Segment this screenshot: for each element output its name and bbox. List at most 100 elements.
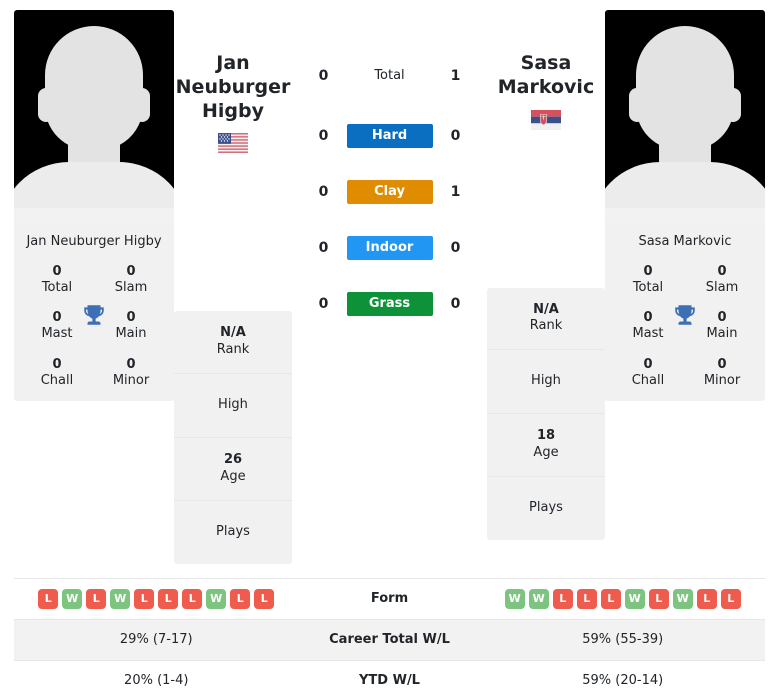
form-badge-w: W bbox=[206, 588, 227, 609]
serbia-flag-icon bbox=[531, 109, 561, 130]
form-badge-l: L bbox=[720, 588, 741, 609]
right-form-list: WWLLLWLWLL bbox=[481, 588, 766, 609]
player-comparison-page: Jan Neuburger Higby 0 Total 0 Slam 0 Mas… bbox=[0, 0, 779, 699]
form-badge-l: L bbox=[182, 588, 203, 609]
h2h-hard-right: 0 bbox=[450, 128, 461, 144]
left-plays-label: Plays bbox=[216, 523, 250, 539]
right-ytd-wl: 59% (20-14) bbox=[582, 673, 664, 689]
titles-total: 0 Total bbox=[20, 264, 94, 297]
left-rank-label: Rank bbox=[216, 342, 250, 358]
h2h-row-clay: 0 Clay 1 bbox=[292, 176, 487, 208]
left-form-list: LWLWLLLWLL bbox=[14, 588, 299, 609]
right-rank-cell: N/A Rank bbox=[487, 288, 605, 351]
table-label-form: Form bbox=[370, 591, 409, 607]
left-ytd-wl: 20% (1-4) bbox=[124, 673, 189, 689]
left-age-value: 26 bbox=[223, 451, 243, 467]
left-player-name-line1: Jan Neuburger bbox=[175, 52, 291, 98]
right-player-card-name: Sasa Markovic bbox=[638, 234, 732, 249]
titles-slam-value: 0 bbox=[717, 263, 727, 279]
left-player-profile-card: N/A Rank High 26 Age Plays bbox=[174, 311, 292, 564]
form-badge-w: W bbox=[110, 588, 131, 609]
titles-minor-value: 0 bbox=[717, 356, 727, 372]
table-label-career-total-wl: Career Total W/L bbox=[329, 632, 450, 648]
titles-total-value: 0 bbox=[52, 263, 62, 279]
left-player-name-block: Jan Neuburger Higby bbox=[174, 28, 292, 154]
titles-chall-value: 0 bbox=[643, 356, 653, 372]
h2h-grass-left: 0 bbox=[318, 296, 329, 312]
right-player-name-line1: Sasa bbox=[520, 52, 572, 74]
form-badge-l: L bbox=[134, 588, 155, 609]
left-player-card-name: Jan Neuburger Higby bbox=[26, 234, 162, 249]
left-career-total-wl: 29% (7-17) bbox=[119, 632, 193, 648]
right-player-name-line2: Markovic bbox=[497, 75, 595, 98]
h2h-total-left: 0 bbox=[318, 68, 329, 84]
avatar-silhouette-ear-left bbox=[38, 88, 54, 122]
titles-row-chall-minor: 0 Chall 0 Minor bbox=[611, 357, 759, 390]
h2h-row-total: 0 Total 1 bbox=[292, 60, 487, 92]
titles-row-chall-minor: 0 Chall 0 Minor bbox=[20, 357, 168, 390]
surface-bar-indoor: Indoor bbox=[346, 236, 433, 260]
left-age-label: Age bbox=[220, 468, 246, 484]
titles-minor-label: Minor bbox=[112, 372, 150, 388]
surface-bar-hard: Hard bbox=[346, 124, 433, 148]
right-high-label: High bbox=[531, 373, 561, 389]
left-high-cell: High bbox=[174, 374, 292, 438]
avatar-silhouette-ear-right bbox=[134, 88, 150, 122]
table-row-career-total-wl: 29% (7-17) Career Total W/L 59% (55-39) bbox=[14, 619, 765, 661]
right-rank-label: Rank bbox=[529, 318, 563, 334]
table-row-form: LWLWLLLWLL Form WWLLLWLWLL bbox=[14, 578, 766, 620]
h2h-row-hard: 0 Hard 0 bbox=[292, 120, 487, 152]
titles-chall-label: Chall bbox=[631, 372, 665, 388]
left-rank-cell: N/A Rank bbox=[174, 311, 292, 375]
left-player-titles-card: Jan Neuburger Higby 0 Total 0 Slam 0 Mas… bbox=[14, 222, 174, 402]
form-badge-w: W bbox=[672, 588, 693, 609]
form-badge-l: L bbox=[38, 588, 59, 609]
h2h-grass-right: 0 bbox=[450, 296, 461, 312]
left-player-name-line2: Higby bbox=[201, 99, 264, 122]
h2h-clay-left: 0 bbox=[318, 184, 329, 200]
titles-total-label: Total bbox=[632, 279, 664, 295]
titles-chall-label: Chall bbox=[40, 372, 74, 388]
table-label-ytd-wl: YTD W/L bbox=[359, 673, 420, 689]
trophy-icon bbox=[672, 302, 698, 328]
left-player-panel: Jan Neuburger Higby 0 Total 0 Slam 0 Mas… bbox=[14, 10, 174, 402]
titles-row-total-slam: 0 Total 0 Slam bbox=[20, 264, 168, 297]
h2h-indoor-right: 0 bbox=[450, 240, 461, 256]
us-flag-icon bbox=[218, 133, 248, 154]
table-row-ytd-wl: 20% (1-4) YTD W/L 59% (20-14) bbox=[14, 660, 765, 699]
titles-minor-value: 0 bbox=[126, 356, 136, 372]
form-badge-w: W bbox=[62, 588, 83, 609]
titles-total: 0 Total bbox=[611, 264, 685, 297]
h2h-row-grass: 0 Grass 0 bbox=[292, 288, 487, 320]
left-plays-cell: Plays bbox=[174, 501, 292, 564]
form-badge-l: L bbox=[86, 588, 107, 609]
right-high-cell: High bbox=[487, 350, 605, 415]
titles-main-label: Main bbox=[706, 326, 738, 342]
form-badge-w: W bbox=[528, 588, 549, 609]
form-badge-w: W bbox=[624, 588, 645, 609]
right-player-photo bbox=[605, 10, 765, 222]
titles-minor: 0 Minor bbox=[685, 357, 759, 390]
right-age-label: Age bbox=[533, 445, 559, 461]
right-career-total-wl: 59% (55-39) bbox=[582, 632, 664, 648]
right-plays-label: Plays bbox=[529, 499, 563, 515]
right-age-cell: 18 Age bbox=[487, 414, 605, 477]
right-form-badges: WWLLLWLWLL bbox=[481, 588, 766, 609]
form-badge-l: L bbox=[552, 588, 573, 609]
form-badge-l: L bbox=[254, 588, 275, 609]
titles-slam: 0 Slam bbox=[685, 264, 759, 297]
titles-minor: 0 Minor bbox=[94, 357, 168, 390]
trophy-icon bbox=[81, 302, 107, 328]
form-badge-l: L bbox=[576, 588, 597, 609]
titles-slam-label: Slam bbox=[705, 279, 739, 295]
form-badge-l: L bbox=[648, 588, 669, 609]
right-player-name-block: Sasa Markovic bbox=[487, 28, 605, 130]
titles-chall: 0 Chall bbox=[611, 357, 685, 390]
left-age-cell: 26 Age bbox=[174, 438, 292, 501]
right-player-profile-card: N/A Rank High 18 Age Plays bbox=[487, 287, 605, 540]
right-titles-grid: 0 Total 0 Slam 0 Mast 0 Main 0 Chall 0 M… bbox=[611, 264, 759, 390]
left-player-info-column: Jan Neuburger Higby N/A Rank High 26 Age… bbox=[174, 10, 292, 564]
right-player-panel: Sasa Markovic 0 Total 0 Slam 0 Mast 0 Ma… bbox=[605, 10, 765, 402]
titles-minor-label: Minor bbox=[703, 372, 741, 388]
titles-chall-value: 0 bbox=[52, 356, 62, 372]
